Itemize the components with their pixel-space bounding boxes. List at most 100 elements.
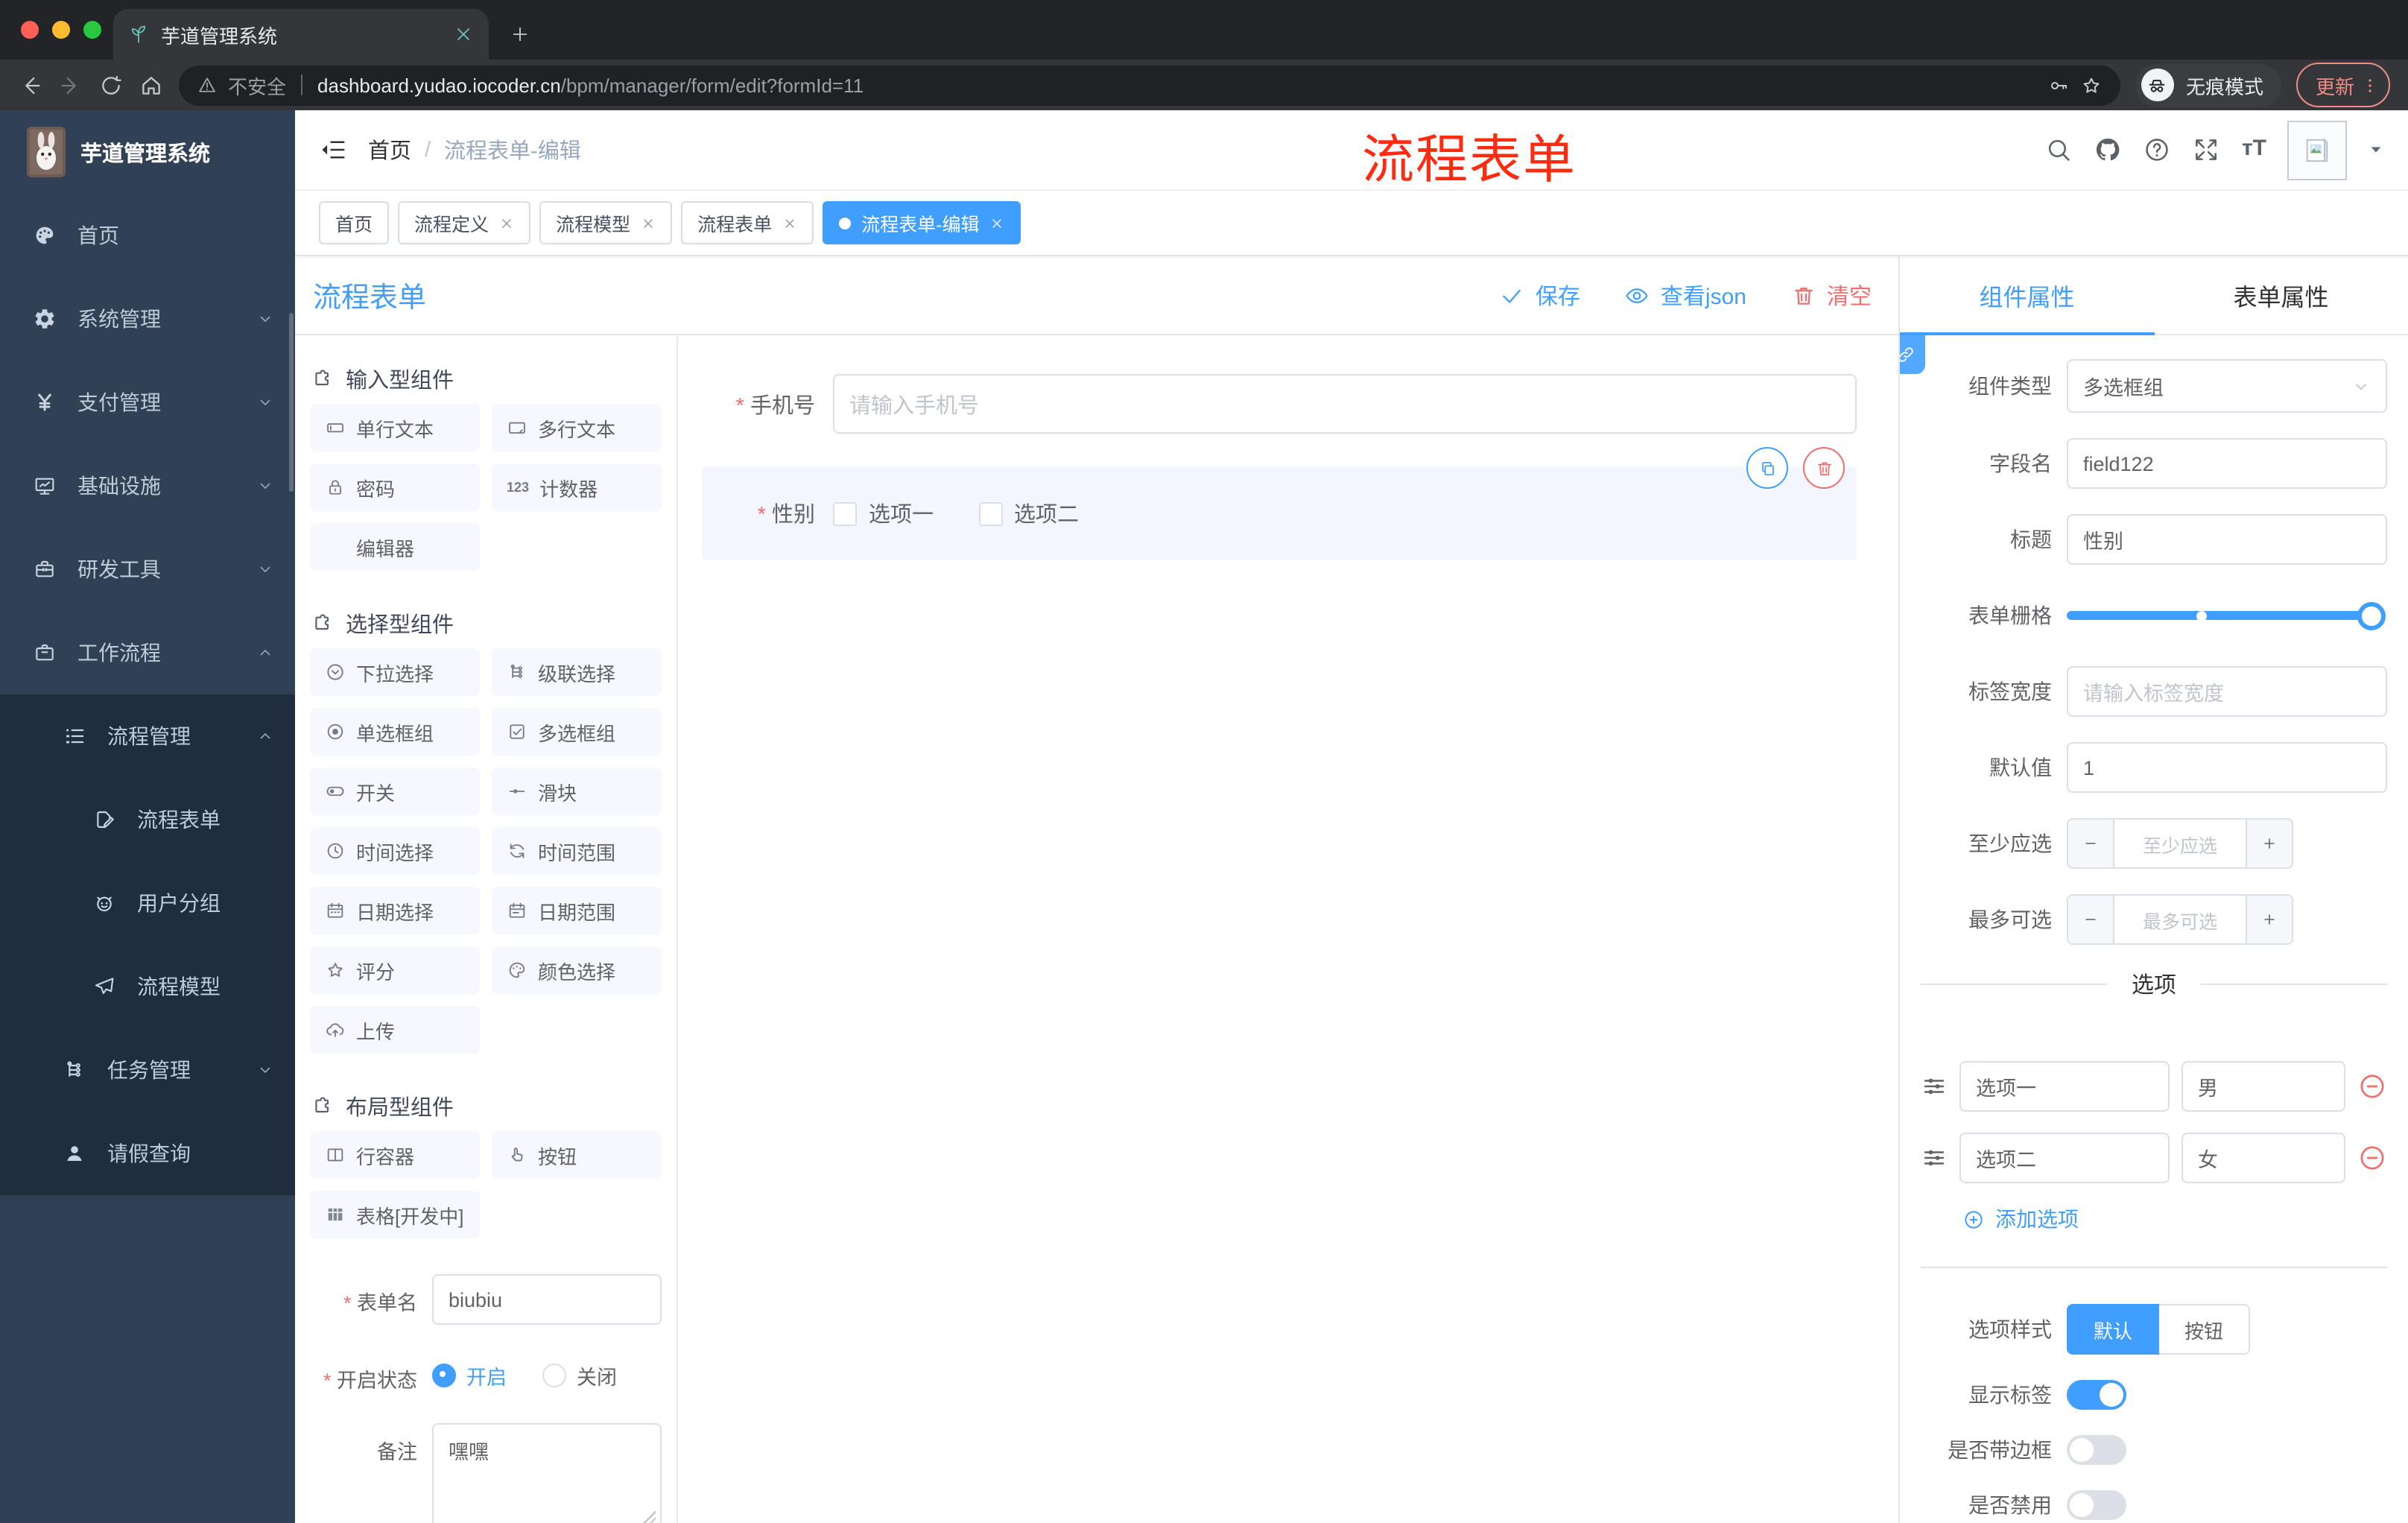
component-slider[interactable]: 滑块: [492, 767, 662, 815]
border-switch[interactable]: [2067, 1435, 2126, 1465]
component-type-select[interactable]: 多选框组: [2067, 359, 2387, 413]
font-size-icon[interactable]: тT: [2242, 136, 2266, 164]
tab-component-props[interactable]: 组件属性: [1900, 256, 2154, 335]
fullscreen-icon[interactable]: [2193, 136, 2221, 164]
component-upload[interactable]: 上传: [310, 1006, 480, 1054]
password-key-icon[interactable]: [2047, 74, 2070, 96]
component-password[interactable]: 密码: [310, 463, 480, 511]
tag-close-icon[interactable]: [641, 215, 656, 230]
option-name-input[interactable]: 选项二: [1959, 1133, 2170, 1183]
sidebar-item-leave-query[interactable]: 请假查询: [0, 1112, 295, 1195]
remark-textarea[interactable]: 嘿嘿: [432, 1423, 662, 1523]
status-radio-on[interactable]: 开启: [432, 1361, 507, 1390]
breadcrumb-home[interactable]: 首页: [368, 134, 411, 165]
component-date-range[interactable]: 日期范围: [492, 887, 662, 934]
remove-option-button[interactable]: [2357, 1071, 2387, 1101]
max-checked-stepper[interactable]: 最多可选: [2067, 894, 2293, 945]
tab-form-props[interactable]: 表单属性: [2154, 256, 2408, 334]
component-table[interactable]: 表格[开发中]: [310, 1191, 480, 1238]
tag-home[interactable]: 首页: [319, 201, 390, 244]
remove-option-button[interactable]: [2357, 1143, 2387, 1173]
component-multi-text[interactable]: 多行文本: [492, 404, 662, 452]
sidebar-item-payment[interactable]: 支付管理: [0, 361, 295, 444]
tag-process-form[interactable]: 流程表单: [681, 201, 814, 244]
sidebar-item-process-mgmt[interactable]: 流程管理: [0, 694, 295, 778]
canvas-field-phone[interactable]: 手机号 请输入手机号: [702, 374, 1857, 434]
component-checkbox-group[interactable]: 多选框组: [492, 708, 662, 756]
view-json-button[interactable]: 查看json: [1625, 279, 1746, 311]
component-button[interactable]: 按钮: [492, 1131, 662, 1179]
tag-close-icon[interactable]: [782, 215, 797, 230]
slider-handle[interactable]: [2357, 601, 2386, 630]
drag-handle-icon[interactable]: [1921, 1073, 1948, 1100]
component-cascader[interactable]: 级联选择: [492, 648, 662, 696]
copy-component-button[interactable]: [1746, 447, 1788, 489]
avatar-caret-icon[interactable]: [2368, 142, 2384, 158]
canvas-field-gender-selected[interactable]: 性别 选项一 选项二: [702, 447, 1857, 560]
sidebar-item-user-group[interactable]: 用户分组: [0, 861, 295, 945]
link-handle[interactable]: [1900, 335, 1925, 374]
close-window-button[interactable]: [21, 21, 39, 39]
forward-button[interactable]: [58, 72, 83, 98]
label-width-input[interactable]: 请输入标签宽度: [2067, 666, 2387, 717]
component-color-picker[interactable]: 颜色选择: [492, 946, 662, 994]
stepper-minus-button[interactable]: [2068, 896, 2114, 943]
sidebar-item-task-mgmt[interactable]: 任务管理: [0, 1028, 295, 1112]
tab-close-icon[interactable]: [453, 24, 474, 45]
stepper-minus-button[interactable]: [2068, 820, 2114, 867]
default-value-input[interactable]: 1: [2067, 742, 2387, 793]
add-option-button[interactable]: 添加选项: [1962, 1204, 2387, 1234]
browser-tab[interactable]: 芋道管理系统: [113, 9, 489, 60]
option-value-input[interactable]: 女: [2181, 1133, 2345, 1183]
component-date-picker[interactable]: 日期选择: [310, 887, 480, 934]
checkbox-box[interactable]: [978, 501, 1002, 525]
component-row-container[interactable]: 行容器: [310, 1131, 480, 1179]
component-select[interactable]: 下拉选择: [310, 648, 480, 696]
github-icon[interactable]: [2094, 136, 2123, 164]
sidebar-item-workflow[interactable]: 工作流程: [0, 611, 295, 694]
help-icon[interactable]: [2144, 136, 2172, 164]
option-value-input[interactable]: 男: [2181, 1061, 2345, 1112]
bookmark-star-icon[interactable]: [2080, 74, 2103, 96]
browser-update-button[interactable]: 更新: [2295, 63, 2390, 107]
form-name-input[interactable]: biubiu: [432, 1274, 662, 1325]
option-name-input[interactable]: 选项一: [1959, 1061, 2170, 1112]
component-switch[interactable]: 开关: [310, 767, 480, 815]
style-default-button[interactable]: 默认: [2067, 1304, 2160, 1355]
gender-option-1[interactable]: 选项一: [833, 498, 934, 529]
home-button[interactable]: [139, 72, 164, 98]
url-bar[interactable]: 不安全 dashboard.yudao.iocoder.cn/bpm/manag…: [179, 65, 2120, 105]
phone-input[interactable]: 请输入手机号: [833, 374, 1857, 434]
sidebar-item-devtools[interactable]: 研发工具: [0, 528, 295, 611]
sidebar-item-process-model[interactable]: 流程模型: [0, 945, 295, 1028]
field-name-input[interactable]: field122: [2067, 438, 2387, 489]
sidebar-item-system[interactable]: 系统管理: [0, 277, 295, 361]
sidebar-scrollbar[interactable]: [289, 313, 294, 492]
tag-close-icon[interactable]: [989, 215, 1004, 230]
component-single-text[interactable]: 单行文本: [310, 404, 480, 452]
new-tab-button[interactable]: [510, 24, 530, 45]
min-checked-stepper[interactable]: 至少应选: [2067, 818, 2293, 869]
component-radio-group[interactable]: 单选框组: [310, 708, 480, 756]
title-input[interactable]: 性别: [2067, 514, 2387, 565]
status-radio-off[interactable]: 关闭: [542, 1361, 617, 1390]
tag-process-definition[interactable]: 流程定义: [398, 201, 531, 244]
drag-handle-icon[interactable]: [1921, 1144, 1948, 1171]
tag-close-icon[interactable]: [499, 215, 514, 230]
tag-process-form-edit[interactable]: 流程表单-编辑: [823, 201, 1021, 244]
search-icon[interactable]: [2045, 136, 2073, 164]
maximize-window-button[interactable]: [83, 21, 101, 39]
sidebar-toggle-icon[interactable]: [319, 136, 347, 164]
sidebar-item-process-form[interactable]: 流程表单: [0, 778, 295, 861]
reload-button[interactable]: [98, 72, 124, 98]
avatar[interactable]: [2287, 120, 2347, 180]
tag-process-model[interactable]: 流程模型: [539, 201, 673, 244]
gender-option-2[interactable]: 选项二: [978, 498, 1079, 529]
stepper-plus-button[interactable]: [2246, 820, 2292, 867]
checkbox-box[interactable]: [833, 501, 857, 525]
minimize-window-button[interactable]: [52, 21, 70, 39]
form-grid-slider[interactable]: [2067, 601, 2386, 630]
component-counter[interactable]: 123 计数器: [492, 463, 662, 511]
save-button[interactable]: 保存: [1500, 279, 1580, 311]
clear-button[interactable]: 清空: [1791, 279, 1872, 311]
